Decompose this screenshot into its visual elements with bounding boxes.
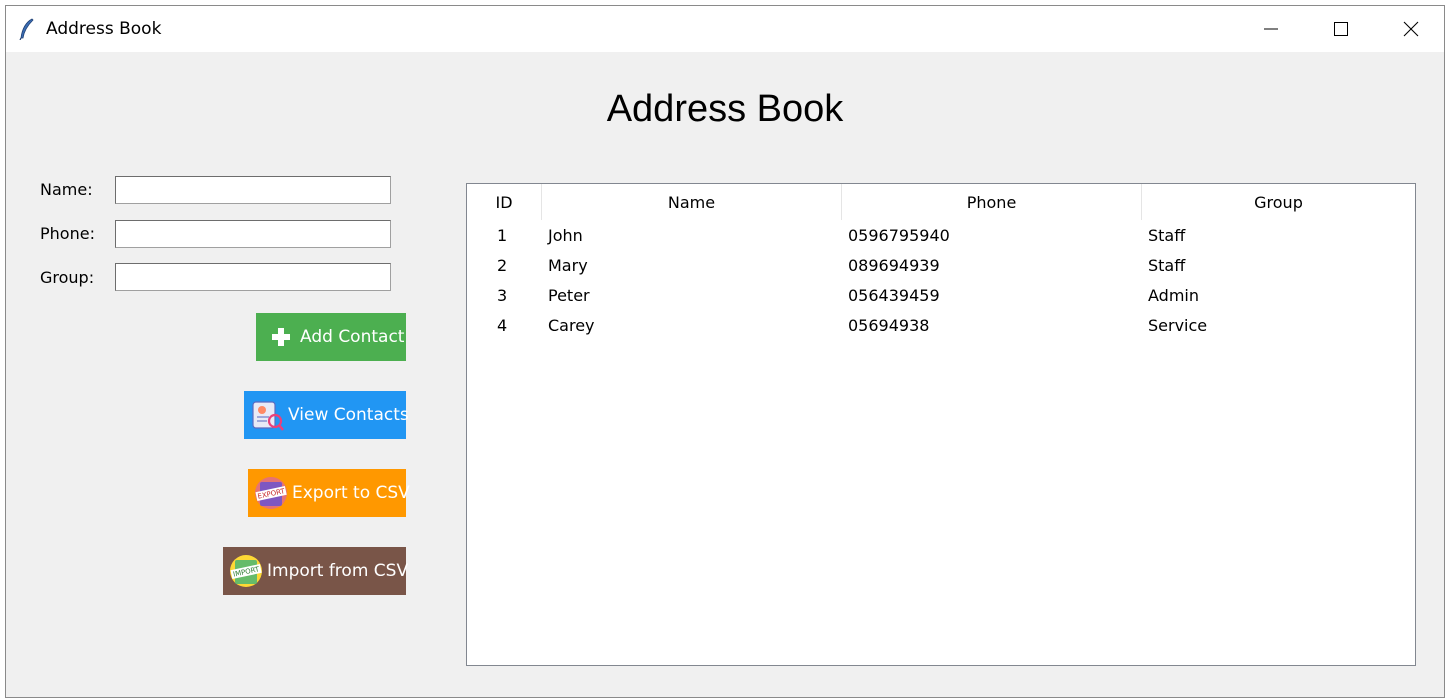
import-icon: IMPORT xyxy=(230,555,262,587)
table-row[interactable]: 3 Peter 056439459 Admin xyxy=(467,280,1415,310)
export-icon: EXPORT xyxy=(255,477,287,509)
name-label: Name: xyxy=(40,180,93,199)
view-contacts-label: View Contacts xyxy=(288,405,409,425)
cell-name: John xyxy=(548,225,583,245)
add-contact-button[interactable]: Add Contact xyxy=(256,313,406,361)
cell-group: Service xyxy=(1148,315,1208,335)
view-contacts-button[interactable]: View Contacts xyxy=(244,391,409,439)
import-csv-button[interactable]: IMPORT Import from CSV xyxy=(223,547,409,595)
maximize-button[interactable] xyxy=(1306,6,1376,52)
name-input[interactable] xyxy=(115,176,391,204)
maximize-icon xyxy=(1334,22,1348,36)
cell-group: Staff xyxy=(1148,255,1186,275)
title-bar: Address Book xyxy=(6,6,1444,52)
cell-id: 4 xyxy=(497,315,508,335)
group-label: Group: xyxy=(40,268,95,287)
app-window: Address Book Address Book Name: Phone: G… xyxy=(5,5,1445,698)
add-contact-label: Add Contact xyxy=(300,327,405,347)
cell-id: 3 xyxy=(497,285,508,305)
feather-icon xyxy=(19,18,34,40)
export-csv-button[interactable]: EXPORT Export to CSV xyxy=(248,469,410,517)
column-header-name[interactable]: Name xyxy=(542,184,842,220)
table-body: 1 John 0596795940 Staff 2 Mary 089694939… xyxy=(467,220,1415,340)
cell-phone: 05694938 xyxy=(848,315,930,335)
cell-phone: 056439459 xyxy=(848,285,940,305)
table-header: ID Name Phone Group xyxy=(467,184,1415,220)
cell-name: Carey xyxy=(548,315,595,335)
column-header-phone[interactable]: Phone xyxy=(842,184,1142,220)
table-row[interactable]: 2 Mary 089694939 Staff xyxy=(467,250,1415,280)
close-icon xyxy=(1403,21,1419,37)
page-title: Address Book xyxy=(606,88,844,130)
cell-name: Mary xyxy=(548,255,588,275)
window-title: Address Book xyxy=(46,19,162,39)
phone-label: Phone: xyxy=(40,224,95,243)
close-button[interactable] xyxy=(1376,6,1444,52)
group-input[interactable] xyxy=(115,263,391,291)
minimize-button[interactable] xyxy=(1236,6,1306,52)
table-row[interactable]: 1 John 0596795940 Staff xyxy=(467,220,1415,250)
minimize-icon xyxy=(1264,28,1278,30)
column-header-id[interactable]: ID xyxy=(467,184,542,220)
cell-id: 1 xyxy=(497,225,508,245)
plus-icon xyxy=(272,328,290,346)
cell-phone: 0596795940 xyxy=(848,225,950,245)
table-row[interactable]: 4 Carey 05694938 Service xyxy=(467,310,1415,340)
cell-group: Staff xyxy=(1148,225,1186,245)
column-header-group[interactable]: Group xyxy=(1142,184,1415,220)
contacts-icon xyxy=(252,401,285,431)
cell-id: 2 xyxy=(497,255,508,275)
cell-group: Admin xyxy=(1148,285,1199,305)
phone-input[interactable] xyxy=(115,220,391,248)
export-csv-label: Export to CSV xyxy=(292,483,410,503)
contacts-table[interactable]: ID Name Phone Group 1 John 0596795940 St… xyxy=(466,183,1416,666)
cell-phone: 089694939 xyxy=(848,255,940,275)
import-csv-label: Import from CSV xyxy=(267,561,409,581)
cell-name: Peter xyxy=(548,285,590,305)
